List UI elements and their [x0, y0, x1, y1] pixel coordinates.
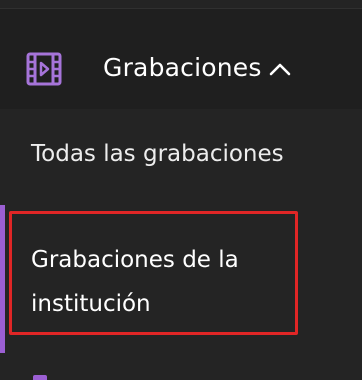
sidebar-item-label: Todas las grabaciones: [31, 141, 284, 167]
top-strip: [0, 0, 362, 8]
nav-section-label: Grabaciones: [103, 53, 262, 82]
nav-section-grabaciones[interactable]: Grabaciones: [0, 9, 362, 109]
sidebar-item-todas-las-grabaciones[interactable]: Todas las grabaciones: [0, 109, 362, 201]
submenu: Todas las grabaciones Grabaciones de la …: [0, 109, 362, 380]
sidebar-item-label: Grabaciones de la institución: [31, 247, 239, 317]
chevron-up-icon[interactable]: [268, 61, 292, 77]
active-indicator: [0, 205, 5, 353]
next-item-icon: [33, 375, 47, 380]
film-icon: [23, 48, 65, 90]
